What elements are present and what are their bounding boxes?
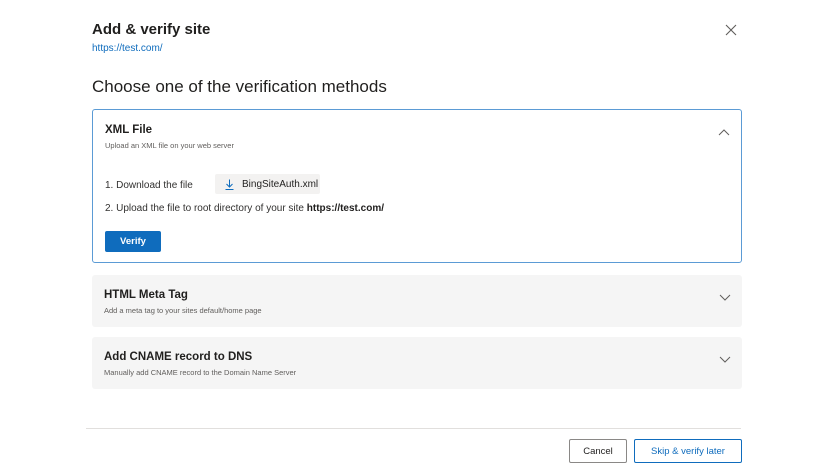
chevron-down-icon [719,356,731,363]
verify-button[interactable]: Verify [105,231,161,252]
method-panel-cname[interactable]: Add CNAME record to DNS Manually add CNA… [92,337,742,389]
chevron-down-icon [719,294,731,301]
step-upload-prefix: 2. Upload the file to root directory of … [105,203,307,214]
close-icon [725,24,737,36]
expand-button[interactable] [718,289,732,301]
download-icon [225,179,234,190]
step-upload-url: https://test.com/ [306,203,385,214]
cancel-button[interactable]: Cancel [569,439,627,463]
page-heading: Choose one of the verification methods [92,77,387,96]
download-file-label: BingSiteAuth.xml [242,178,319,190]
step-upload-text: 2. Upload the file to root directory of … [105,203,384,214]
method-subtitle: Upload an XML file on your web server [105,141,234,150]
method-title: HTML Meta Tag [104,289,188,301]
close-button[interactable] [722,21,740,39]
method-subtitle: Manually add CNAME record to the Domain … [104,368,297,377]
footer-divider [86,428,741,429]
collapse-button[interactable] [717,124,731,136]
step-download-text: 1. Download the file [105,180,193,191]
site-url-link[interactable]: https://test.com/ [92,43,163,54]
chevron-up-icon [718,129,730,136]
skip-verify-later-button[interactable]: Skip & verify later [634,439,742,463]
expand-button[interactable] [718,351,732,363]
dialog-title: Add & verify site [92,21,211,38]
download-file-button[interactable]: BingSiteAuth.xml [215,174,320,194]
method-panel-xml: XML File Upload an XML file on your web … [92,109,742,263]
method-subtitle: Add a meta tag to your sites default/hom… [104,306,262,315]
method-panel-meta-tag[interactable]: HTML Meta Tag Add a meta tag to your sit… [92,275,742,327]
method-title: XML File [105,124,153,136]
method-title: Add CNAME record to DNS [104,351,253,363]
